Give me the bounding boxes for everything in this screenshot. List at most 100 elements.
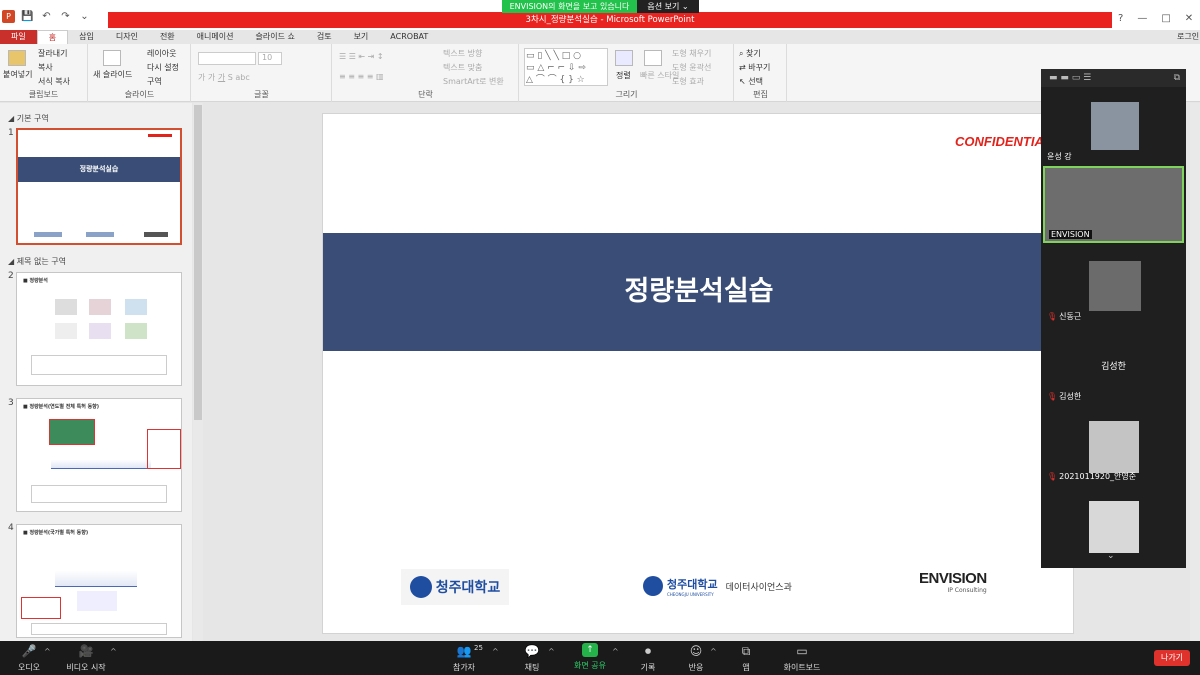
undo-icon[interactable]: ↶: [40, 10, 53, 23]
participant-tile[interactable]: 김성한 🎙 김성한: [1043, 327, 1184, 404]
thumb-4-chart: [55, 547, 137, 587]
tab-review[interactable]: 검토: [306, 30, 343, 44]
new-slide-icon[interactable]: [103, 50, 121, 66]
audio-options-chevron-icon[interactable]: ^: [44, 647, 51, 656]
chat-chevron-icon[interactable]: ^: [548, 647, 555, 656]
text-direction-button[interactable]: 텍스트 방향: [443, 48, 482, 59]
chevron-down-icon[interactable]: ⌄: [1107, 551, 1115, 561]
slide-thumbnail-2[interactable]: ■ 정량분석: [16, 272, 182, 386]
arrange-button[interactable]: 정렬: [616, 70, 631, 81]
thumb-2-image: [125, 323, 147, 339]
redo-icon[interactable]: ↷: [59, 10, 72, 23]
login-link[interactable]: 로그인: [1177, 31, 1199, 42]
smartart-button[interactable]: SmartArt로 변환: [443, 76, 504, 87]
align-buttons[interactable]: ≡ ≡ ≡ ≡ ▥: [339, 72, 384, 81]
new-slide-button[interactable]: 새 슬라이드: [93, 69, 132, 80]
leave-meeting-button[interactable]: 나가기: [1154, 650, 1190, 666]
slide-thumbnail-3[interactable]: ■ 정량분석(연도별 전체 특허 동향): [16, 398, 182, 512]
minimize-icon[interactable]: —: [1137, 13, 1147, 24]
tab-insert[interactable]: 삽입: [68, 30, 105, 44]
university-emblem-icon: [643, 576, 663, 596]
cut-button[interactable]: 잘라내기: [38, 48, 67, 59]
logo-text: 청주대학교: [435, 580, 501, 596]
format-painter-button[interactable]: 서식 복사: [38, 76, 70, 87]
shape-outline-button[interactable]: 도형 윤곽선: [672, 62, 711, 73]
select-button[interactable]: ↖ 선택: [739, 76, 763, 87]
chat-button[interactable]: 💬 채팅: [518, 643, 546, 673]
help-icon[interactable]: ?: [1118, 13, 1123, 24]
replace-button[interactable]: ⇄ 바꾸기: [739, 62, 770, 73]
find-button[interactable]: ⌕ 찾기: [739, 48, 761, 59]
slide-thumbnail-4[interactable]: ■ 정량분석(국가별 특허 동향): [16, 524, 182, 638]
section-1-label: 기본 구역: [16, 114, 49, 123]
audio-button[interactable]: 🎤 오디오: [12, 643, 46, 673]
participant-tile[interactable]: 🎙 신동근: [1043, 247, 1184, 324]
editor-scrollbar[interactable]: [1190, 103, 1200, 643]
record-button[interactable]: ⏺ 기록: [634, 643, 662, 673]
participant-tile-active[interactable]: ENVISION: [1043, 166, 1184, 243]
view-options-button[interactable]: 옵션 보기 ⌄: [637, 0, 699, 13]
thumb-4-chart: [77, 591, 117, 611]
tab-home[interactable]: 홈: [36, 29, 69, 45]
paste-icon[interactable]: [8, 50, 26, 66]
thumb-4-title: ■ 정량분석(국가별 특허 동향): [23, 530, 89, 536]
thumbnail-scrollbar-thumb[interactable]: [194, 105, 202, 420]
record-icon: ⏺: [644, 643, 651, 658]
tab-view[interactable]: 보기: [343, 30, 380, 44]
tab-animations[interactable]: 애니메이션: [186, 30, 245, 44]
maximize-icon[interactable]: □: [1161, 13, 1170, 24]
gallery-expand-icon[interactable]: ⧉: [1174, 73, 1180, 83]
font-name-input[interactable]: [198, 52, 256, 65]
font-format-buttons[interactable]: 가 가 가 S abc: [198, 72, 250, 83]
participant-center-name: 김성한: [1101, 362, 1126, 372]
participants-icon: 👥: [456, 644, 472, 658]
text-align-button[interactable]: 텍스트 맞춤: [443, 62, 482, 73]
participant-tile[interactable]: 🎙 2021011920_안영준: [1043, 407, 1184, 484]
view-mode-icon[interactable]: ▬ ▬ ▭ ☰: [1049, 73, 1091, 83]
font-label: 글꼴: [254, 90, 269, 99]
close-icon[interactable]: ✕: [1185, 13, 1193, 24]
document-title: 3차시_정량분석실습 - Microsoft PowerPoint: [525, 15, 695, 25]
video-options-chevron-icon[interactable]: ^: [110, 647, 117, 656]
thumb-4-note: [31, 623, 167, 635]
section-header-default[interactable]: ◢ 기본 구역: [8, 113, 49, 124]
apps-button[interactable]: ⧉ 앱: [734, 643, 758, 673]
whiteboard-button[interactable]: ▭ 화이트보드: [780, 643, 824, 673]
quick-styles-icon[interactable]: [644, 50, 662, 66]
reset-button[interactable]: 다시 설정: [147, 62, 179, 73]
layout-button[interactable]: 레이아웃: [147, 48, 176, 59]
customize-icon[interactable]: ⌄: [78, 10, 91, 23]
save-icon[interactable]: 💾: [21, 10, 34, 23]
participant-name: 🎙 김성한: [1047, 391, 1081, 402]
current-slide[interactable]: CONFIDENTIAL 정량분석실습 청주대학교 청주대학교 CHEONGJU…: [322, 113, 1074, 634]
tab-acrobat[interactable]: ACROBAT: [379, 30, 439, 44]
video-button[interactable]: 🎥 비디오 시작: [62, 643, 110, 673]
section-header-untitled[interactable]: ◢ 제목 없는 구역: [8, 256, 66, 267]
reactions-chevron-icon[interactable]: ^: [710, 647, 717, 656]
envision-subtext: IP Consulting: [947, 587, 987, 594]
share-screen-button[interactable]: ↑ 화면 공유: [570, 643, 610, 671]
list-buttons[interactable]: ☰ ☰ ⇤ ⇥ ↕: [339, 52, 384, 61]
participant-name: ENVISION: [1049, 230, 1092, 239]
tab-file[interactable]: 파일: [0, 30, 37, 44]
department-name: 데이터사이언스과: [725, 582, 792, 593]
section-button[interactable]: 구역: [147, 76, 162, 87]
participant-tile[interactable]: 윤성 강: [1043, 87, 1184, 164]
slide-thumbnail-1[interactable]: 정량분석실습: [16, 128, 182, 245]
participants-chevron-icon[interactable]: ^: [492, 647, 499, 656]
tab-transitions[interactable]: 전환: [149, 30, 186, 44]
shapes-gallery[interactable]: ▭ ▯ ╲ ╲ □ ○ ▭ △ ⌐ ⌐ ⇩ ⇨ △ ⌒ ⌒ { } ☆: [524, 48, 608, 86]
tab-slideshow[interactable]: 슬라이드 쇼: [244, 30, 305, 44]
copy-button[interactable]: 복사: [38, 62, 53, 73]
shape-effects-button[interactable]: 도형 효과: [672, 76, 704, 87]
tab-design[interactable]: 디자인: [105, 30, 149, 44]
slides-group: 새 슬라이드 레이아웃 다시 설정 구역 슬라이드: [89, 44, 191, 102]
reactions-button[interactable]: ☺ 반응: [682, 643, 710, 673]
slide-title[interactable]: 정량분석실습: [323, 233, 1073, 351]
thumb-4-callout: [21, 597, 61, 619]
paste-button[interactable]: 붙여넣기: [3, 69, 32, 80]
arrange-icon[interactable]: [615, 50, 633, 66]
font-size-input[interactable]: 10: [258, 52, 282, 65]
share-chevron-icon[interactable]: ^: [612, 647, 619, 656]
shape-fill-button[interactable]: 도형 채우기: [672, 48, 711, 59]
